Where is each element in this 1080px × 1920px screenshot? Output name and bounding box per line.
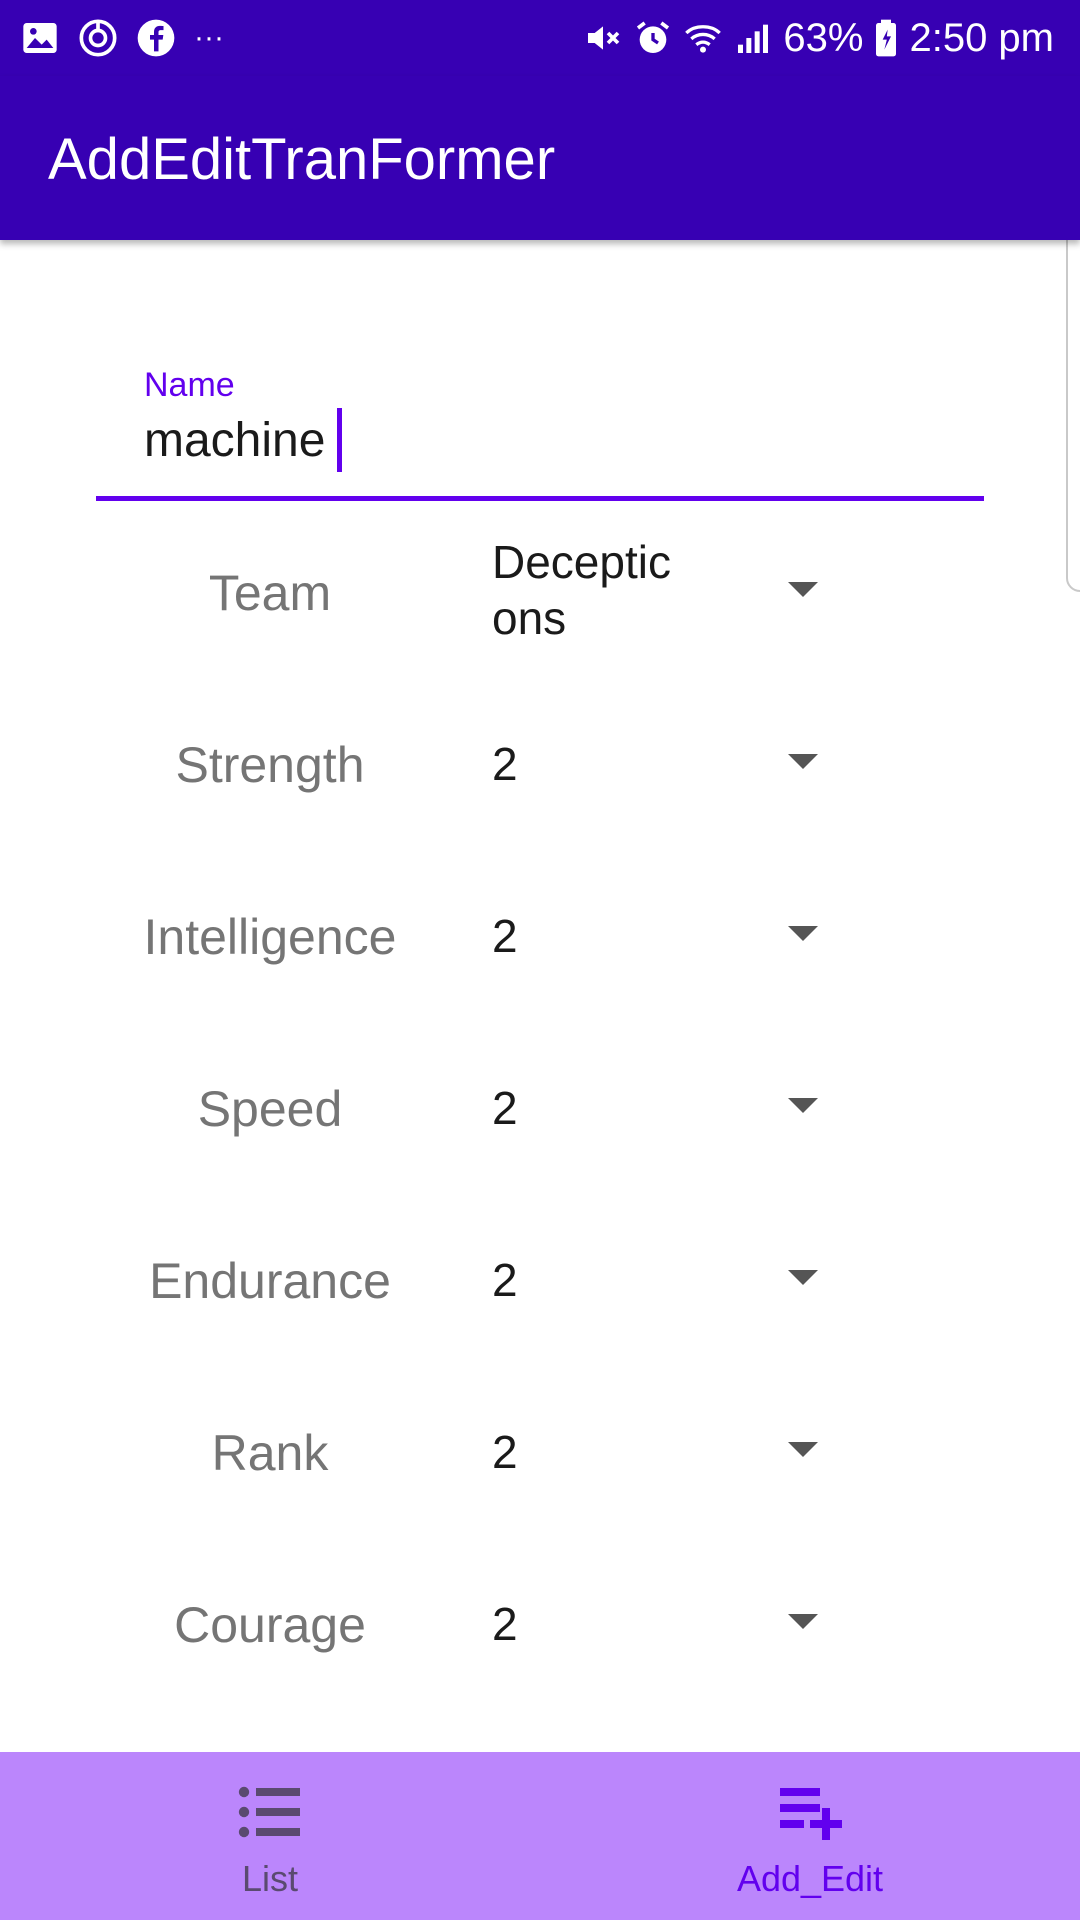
name-field[interactable]: Name machine [96,360,984,504]
name-input[interactable]: machine [144,408,343,472]
strength-spinner[interactable]: 2 [492,704,832,824]
endurance-spinner-value: 2 [492,1254,518,1306]
team-row: Team Deceptic ons [0,532,1080,652]
app-title: AddEditTranFormer [48,127,556,192]
bottom-navigation: List Add_Edit [0,1752,1080,1920]
team-dropdown-arrow-icon [788,582,818,597]
status-time: 2:50 pm [909,15,1054,60]
intelligence-row: Intelligence 2 [0,876,1080,996]
name-field-underline [96,496,984,501]
speed-dropdown-arrow-icon [788,1098,818,1113]
speed-label: Speed [197,1081,343,1137]
speed-spinner[interactable]: 2 [492,1048,832,1168]
courage-label: Courage [174,1597,366,1653]
intelligence-dropdown-arrow-icon [788,926,818,941]
more-dots-icon: ··· [194,21,224,54]
app-bar: AddEditTranFormer [0,76,1080,240]
sync-icon [78,18,118,58]
gallery-icon [20,18,60,58]
strength-row: Strength 2 [0,704,1080,824]
status-right-icons: 63% 2:50 pm [583,12,1054,64]
nav-item-list[interactable]: List [0,1752,540,1920]
list-icon [238,1784,302,1840]
team-spinner-value: Deceptic ons [492,536,671,644]
status-bar: ··· 63% 2:50 pm [0,0,1080,76]
facebook-icon [136,18,176,58]
battery-icon [873,18,899,58]
team-label: Team [208,565,332,621]
rank-label: Rank [211,1425,329,1481]
signal-icon [733,18,773,58]
intelligence-label: Intelligence [143,909,397,965]
endurance-spinner[interactable]: 2 [492,1220,832,1340]
speed-spinner-value: 2 [492,1082,518,1134]
nav-label-add-edit: Add_Edit [736,1858,884,1899]
endurance-dropdown-arrow-icon [788,1270,818,1285]
courage-dropdown-arrow-icon [788,1614,818,1629]
endurance-row: Endurance 2 [0,1220,1080,1340]
rank-dropdown-arrow-icon [788,1442,818,1457]
battery-percent: 63% [783,15,864,60]
strength-label: Strength [175,737,365,793]
rank-row: Rank 2 [0,1392,1080,1512]
team-spinner[interactable]: Deceptic ons [492,532,832,652]
status-left-icons: ··· [20,16,224,60]
courage-spinner-value: 2 [492,1598,518,1650]
courage-spinner[interactable]: 2 [492,1564,832,1684]
name-input-value[interactable]: machine [144,413,325,468]
nav-item-add-edit[interactable]: Add_Edit [540,1752,1080,1920]
strength-dropdown-arrow-icon [788,754,818,769]
alarm-icon [633,18,673,58]
endurance-label: Endurance [149,1253,391,1309]
strength-spinner-value: 2 [492,738,518,790]
wifi-icon [683,18,723,58]
screen: ··· 63% 2:50 pm AddEditTranFormer Name m… [0,0,1080,1920]
intelligence-spinner-value: 2 [492,910,518,962]
intelligence-spinner[interactable]: 2 [492,876,832,996]
text-cursor [337,408,343,472]
rank-spinner-value: 2 [492,1426,518,1478]
nav-label-list: List [241,1858,299,1899]
courage-row: Courage 2 [0,1564,1080,1684]
playlist-add-icon [778,1784,842,1840]
name-field-label: Name [144,366,235,404]
rank-spinner[interactable]: 2 [492,1392,832,1512]
speed-row: Speed 2 [0,1048,1080,1168]
mute-icon [583,18,623,58]
